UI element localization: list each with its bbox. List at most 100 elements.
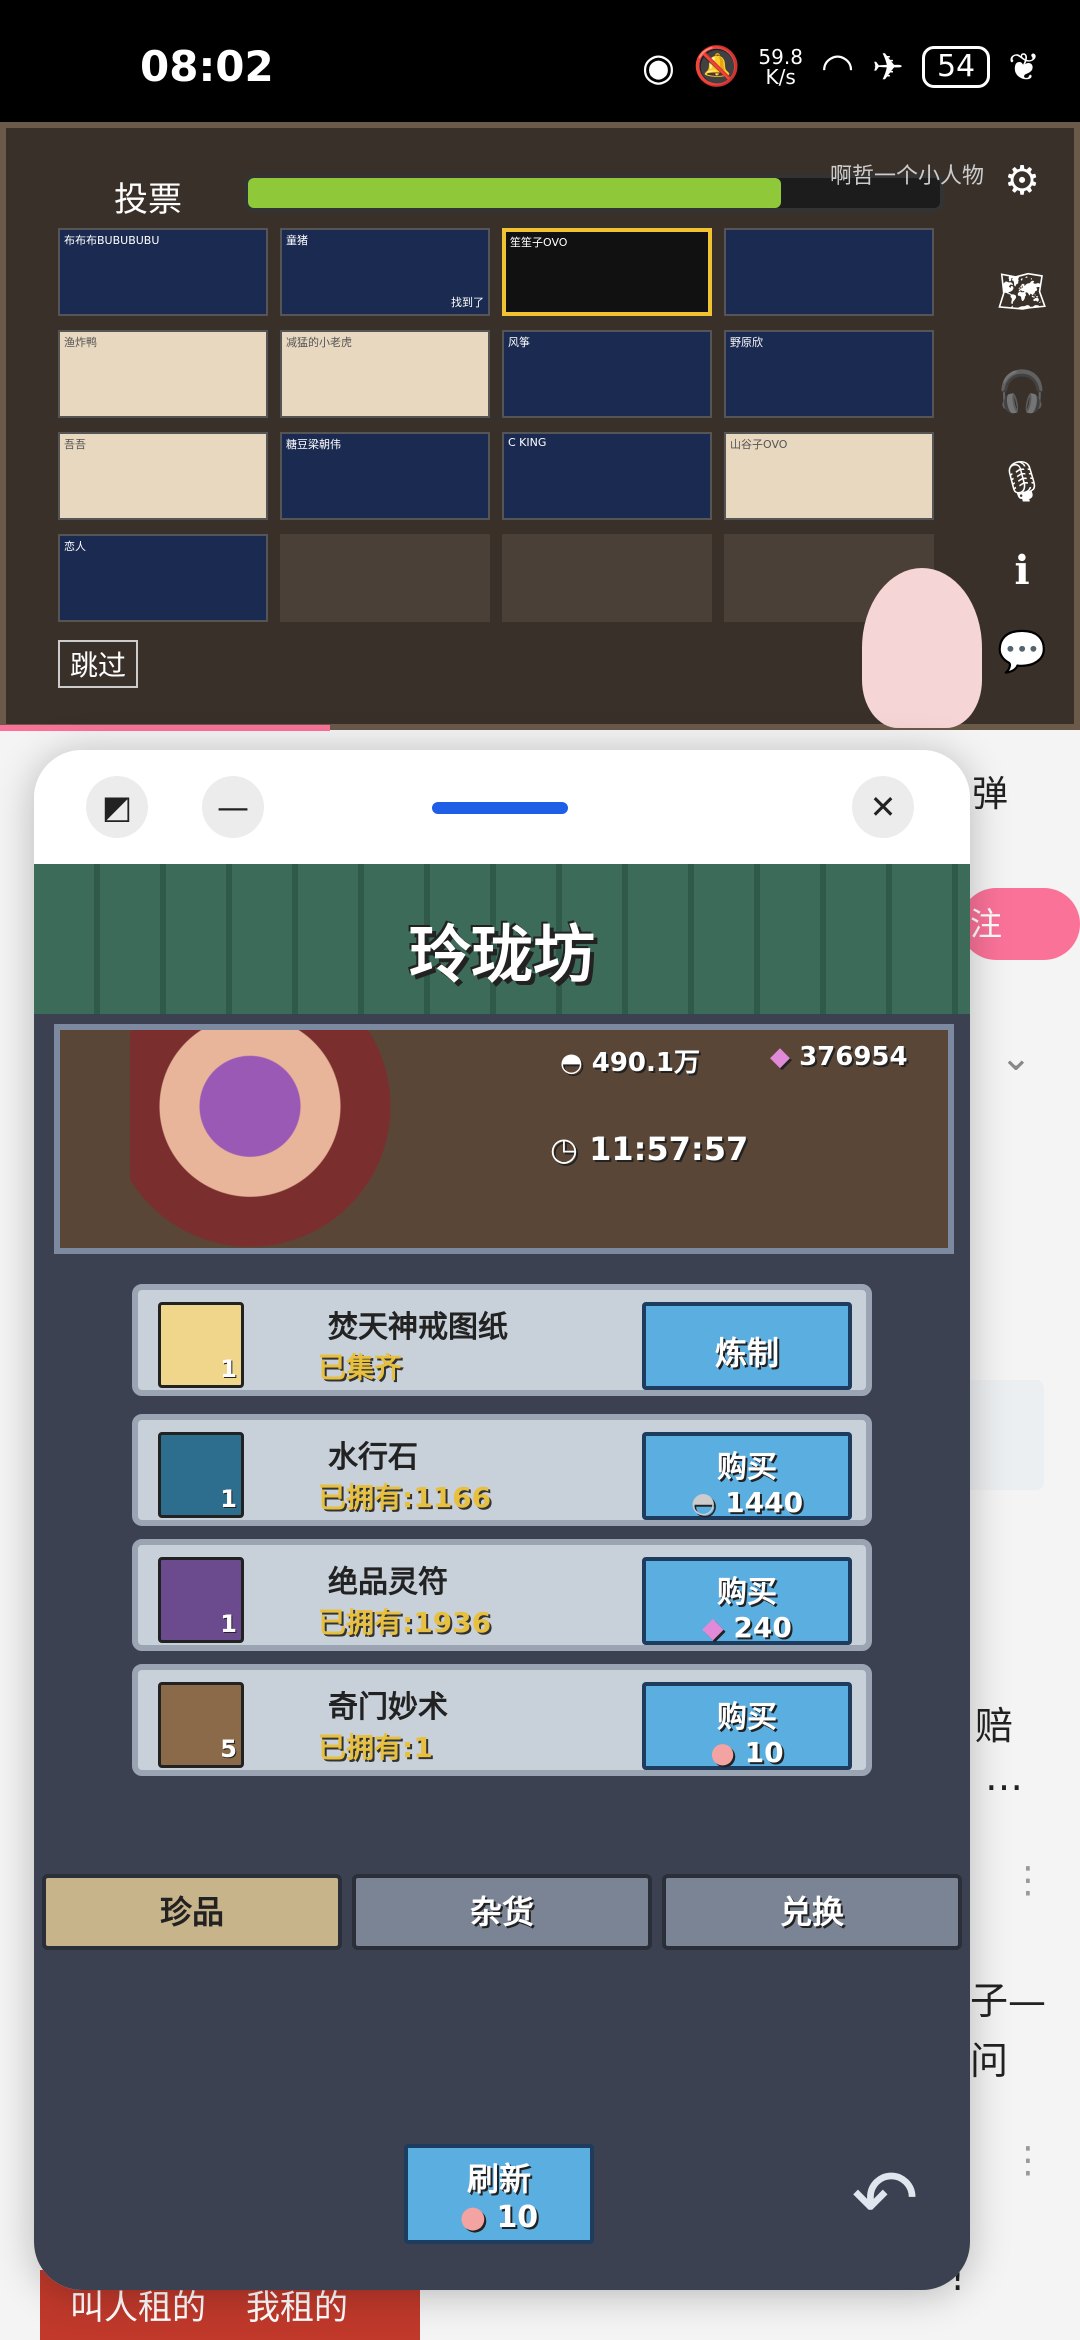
item-action-button[interactable]: 购买 ● 10 (642, 1682, 852, 1770)
eye-icon: ◉ (641, 44, 676, 89)
floating-window: ◩ — ✕ 玲珑坊 ◓ 490.1万 ◆ 376954 ◷ 11:57:57 1… (34, 750, 970, 2290)
player-name: C KING (508, 436, 547, 449)
player-grid: 布布布BUBUBUBU 童猪 找到了 笙笙子OVO 渔炸鸭 减猛的小老虎 风筝 野原欣吾吾 糖豆… (58, 228, 938, 622)
player-tile[interactable]: 风筝 (502, 330, 712, 418)
minimize-icon[interactable]: — (202, 776, 264, 838)
player-tile (502, 534, 712, 622)
item-price-value: 240 (733, 1611, 792, 1644)
clock-icon: ◷ (550, 1130, 578, 1168)
refresh-button[interactable]: 刷新 ● 10 (404, 2144, 594, 2244)
player-name: 风筝 (508, 336, 530, 349)
clock: 08:02 (140, 42, 274, 91)
player-name: 减猛的小老虎 (286, 336, 352, 349)
gem-icon: ◆ (770, 1042, 790, 1072)
item-price-value: 10 (744, 1736, 784, 1769)
shop-title: 玲珑坊 (408, 918, 595, 991)
more-icon[interactable]: ⋮ (1010, 2140, 1046, 2181)
shop-banner: ◓ 490.1万 ◆ 376954 ◷ 11:57:57 (54, 1024, 954, 1254)
back-arrow-icon[interactable]: ↶ (840, 2154, 930, 2244)
mic-off-icon[interactable]: 🎙 (994, 458, 1050, 514)
player-tile (280, 534, 490, 622)
item-quantity: 1 (220, 1610, 237, 1638)
video-player[interactable]: 投票 啊哲一个小人物 布布布BUBUBUBU 童猪 找到了 笙笙子OVO 渔炸鸭 减猛的小… (0, 122, 1080, 730)
headphones-icon[interactable]: 🎧 (994, 368, 1050, 424)
player-tile[interactable]: 减猛的小老虎 (280, 330, 490, 418)
item-action-button[interactable]: 购买 ◆ 240 (642, 1557, 852, 1645)
item-price: ◓ 1440 (646, 1486, 848, 1519)
player-tile[interactable]: C KING (502, 432, 712, 520)
shop-tabs: 珍品 杂货 兑换 (42, 1874, 962, 1950)
item-owned: 已拥有:1 (318, 1731, 433, 1764)
drag-handle[interactable] (432, 802, 568, 814)
refresh-cost: ● 10 (408, 2200, 590, 2235)
player-name: 山谷子OVO (730, 438, 788, 451)
player-tile[interactable]: 野原欣 (724, 330, 934, 418)
player-name: 布布布BUBUBUBU (64, 234, 160, 247)
player-tile[interactable] (724, 228, 934, 316)
floating-window-header[interactable]: ◩ — ✕ (34, 750, 970, 864)
wifi-icon: ◠ (820, 44, 855, 89)
shop-item: 5 奇门妙术已拥有:1 购买 ● 10 (132, 1664, 872, 1776)
skip-button[interactable]: 跳过 (58, 640, 139, 688)
shopkeeper-portrait (130, 1030, 430, 1248)
streamer-avatar (862, 568, 982, 728)
network-speed: 59.8 K/s (758, 47, 803, 87)
gear-icon[interactable]: ⚙ (994, 158, 1050, 214)
info-icon[interactable]: ℹ (994, 548, 1050, 604)
player-name: 野原欣 (730, 336, 763, 349)
item-price-value: 1440 (725, 1486, 804, 1519)
item-action-label: 炼制 (714, 1334, 779, 1372)
resize-icon[interactable]: ◩ (86, 776, 148, 838)
vote-title: 投票 (114, 180, 182, 220)
playback-progress[interactable] (0, 725, 330, 731)
screen: 08:02 ◉ 🔕 59.8 K/s ◠ ✈ 54 ❦ 投票 啊哲一个小人物 布… (0, 0, 1080, 2340)
player-tile[interactable]: 山谷子OVO (724, 432, 934, 520)
danmaku-toggle[interactable]: 弹 (972, 765, 1008, 817)
player-tile[interactable]: 吾吾 (58, 432, 268, 520)
player-tile[interactable]: 渔炸鸭 (58, 330, 268, 418)
player-tile[interactable]: 布布布BUBUBUBU (58, 228, 268, 316)
chevron-down-icon[interactable]: ⌄ (1000, 1035, 1032, 1079)
snippet-1b: … (985, 1755, 1023, 1799)
item-action-button[interactable]: 炼制 (642, 1302, 852, 1390)
follow-button[interactable]: 注 (960, 888, 1080, 960)
player-name: 渔炸鸭 (64, 336, 97, 349)
airplane-icon: ✈ (872, 44, 904, 89)
peach-icon: ● (459, 2200, 486, 2235)
status-bar: 08:02 ◉ 🔕 59.8 K/s ◠ ✈ 54 ❦ (0, 0, 1080, 122)
more-icon[interactable]: ⋮ (1010, 1860, 1046, 1901)
shop-item: 1 水行石 已拥有:1166 购买 ◓ 1440 (132, 1414, 872, 1526)
game-shop: 玲珑坊 ◓ 490.1万 ◆ 376954 ◷ 11:57:57 1 焚天神戒图纸… (34, 864, 970, 2290)
player-tile[interactable]: 恋人 (58, 534, 268, 622)
shop-tab[interactable]: 兑换 (662, 1874, 962, 1950)
player-tile[interactable]: 童猪 找到了 (280, 228, 490, 316)
player-name: 糖豆梁朝伟 (286, 438, 341, 451)
item-price: ● 10 (646, 1736, 848, 1769)
item-name: 绝品灵符 (328, 1565, 448, 1600)
mute-icon: 🔕 (693, 44, 741, 88)
leaf-icon: ❦ (1008, 44, 1040, 89)
item-action-label: 购买 (717, 1700, 777, 1735)
player-tile[interactable]: 糖豆梁朝伟 (280, 432, 490, 520)
item-name: 水行石 (328, 1440, 418, 1475)
refresh-timer: ◷ 11:57:57 (550, 1130, 748, 1168)
shop-item: 1 绝品灵符 已拥有:1936 购买 ◆ 240 (132, 1539, 872, 1651)
item-quantity: 1 (220, 1355, 237, 1383)
item-action-button[interactable]: 购买 ◓ 1440 (642, 1432, 852, 1520)
map-icon[interactable]: 🗺 (994, 268, 1050, 324)
item-name: 奇门妙术 (328, 1690, 448, 1725)
currency-icon: ◆ (702, 1611, 724, 1644)
player-name: 恋人 (64, 540, 86, 553)
shop-item: 1 焚天神戒图纸 已集齐 炼制 (132, 1284, 872, 1396)
side-card[interactable] (960, 1380, 1044, 1490)
player-name: 笙笙子OVO (510, 236, 568, 249)
item-icon: 5 (158, 1682, 244, 1768)
shop-tab[interactable]: 杂货 (352, 1874, 652, 1950)
player-tile[interactable]: 笙笙子OVO (502, 228, 712, 316)
item-quantity: 1 (220, 1485, 237, 1513)
chat-icon[interactable]: 💬 (994, 628, 1050, 684)
player-name: 吾吾 (64, 438, 86, 451)
shop-tab[interactable]: 珍品 (42, 1874, 342, 1950)
refresh-label: 刷新 (466, 2160, 531, 2198)
close-icon[interactable]: ✕ (852, 776, 914, 838)
